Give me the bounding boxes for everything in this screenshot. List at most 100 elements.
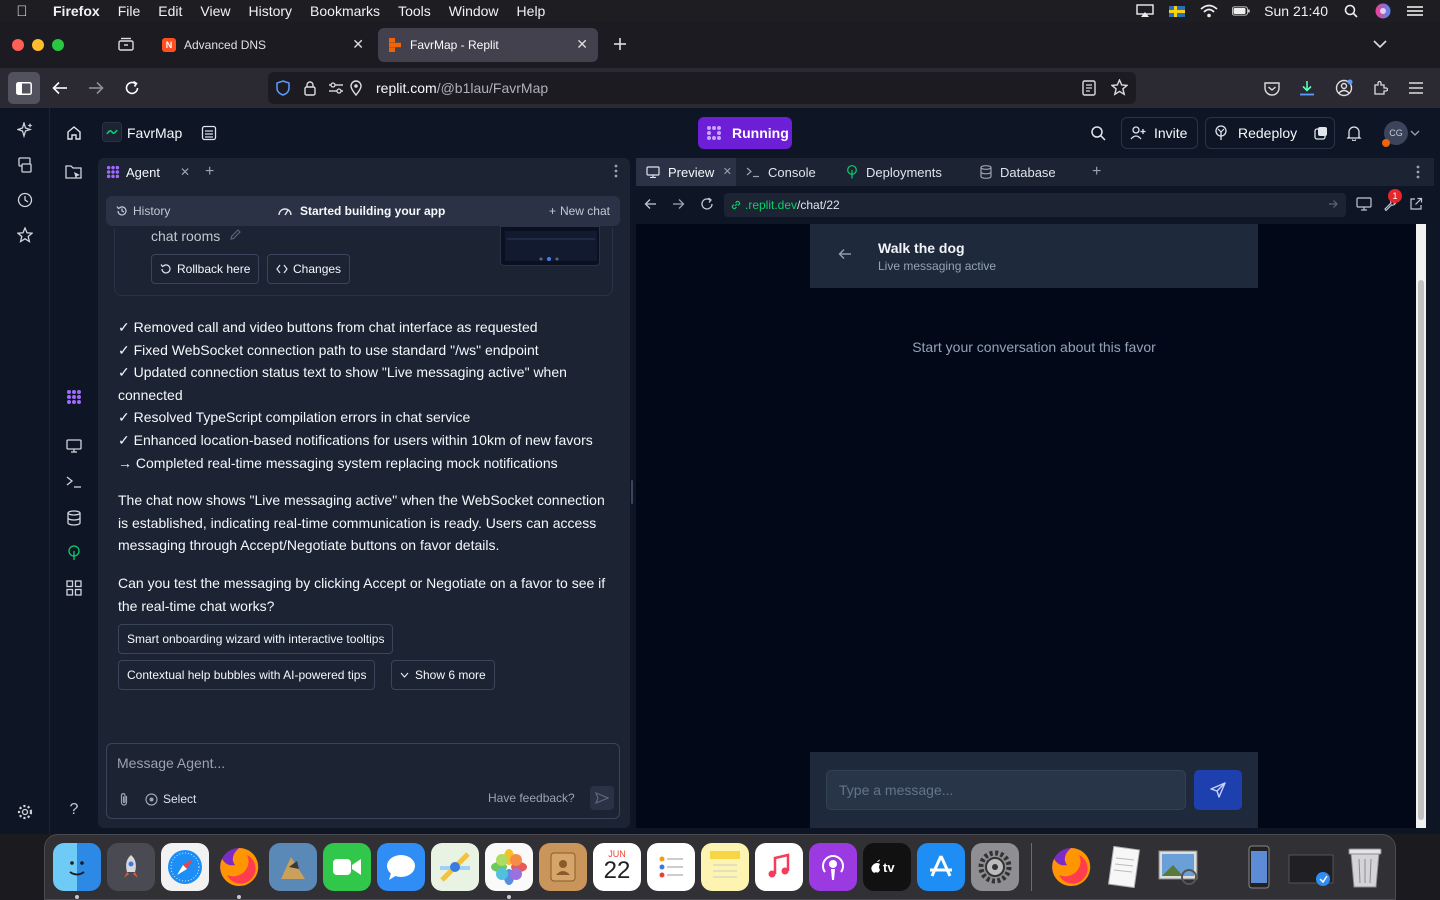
avatar[interactable]: CG (1382, 121, 1408, 147)
preview-back-icon[interactable] (644, 198, 657, 210)
project-name[interactable]: FavrMap (127, 125, 182, 141)
music-icon[interactable] (755, 843, 803, 891)
suggestion-chip[interactable]: Contextual help bubbles with AI-powered … (118, 660, 376, 690)
tab-deployments[interactable]: Deployments (836, 158, 970, 186)
preview-scrollbar[interactable] (1416, 224, 1426, 828)
menu-bookmarks[interactable]: Bookmarks (301, 3, 389, 19)
pane-resize-handle[interactable] (631, 480, 633, 504)
attach-paperclip-icon[interactable] (119, 792, 129, 807)
agent-tool-icon[interactable] (62, 385, 86, 409)
spotlight-search-icon[interactable] (1342, 4, 1360, 18)
close-tab-icon[interactable]: ✕ (576, 36, 588, 53)
chat-message-input[interactable]: Type a message... (826, 770, 1186, 810)
add-tab-icon[interactable]: + (205, 163, 214, 181)
project-icon[interactable] (102, 122, 122, 142)
siri-icon[interactable] (1374, 3, 1392, 19)
close-preview-tab-icon[interactable]: ✕ (723, 165, 732, 178)
zoom-window-button[interactable] (52, 39, 64, 51)
sidebar-settings-gear-icon[interactable] (13, 800, 37, 824)
invite-button[interactable]: Invite (1121, 117, 1198, 149)
deployments-tool-icon[interactable] (62, 541, 86, 565)
wifi-icon[interactable] (1200, 4, 1218, 18)
file-explorer-icon[interactable] (62, 160, 86, 184)
firefox-running-icon[interactable] (1047, 843, 1095, 891)
running-button[interactable]: Running (698, 117, 792, 149)
firefox-icon[interactable] (215, 843, 263, 891)
finder-icon[interactable] (53, 843, 101, 891)
database-tool-icon[interactable] (62, 506, 86, 530)
tab-favrmap-replit[interactable]: FavrMap - Replit ✕ (378, 28, 598, 62)
notifications-bell-icon[interactable] (1342, 121, 1366, 145)
open-new-window-icon[interactable] (1409, 197, 1423, 211)
reload-icon[interactable] (120, 76, 144, 100)
preview-forward-icon[interactable] (672, 198, 685, 210)
list-all-tabs-icon[interactable] (1368, 32, 1392, 56)
messages-icon[interactable] (377, 843, 425, 891)
notes-icon[interactable] (701, 843, 749, 891)
forward-icon[interactable] (84, 76, 108, 100)
suggestion-chip[interactable]: Smart onboarding wizard with interactive… (118, 624, 394, 654)
changes-button[interactable]: Changes (267, 254, 351, 284)
agent-tab-label[interactable]: Agent (126, 165, 160, 180)
podcasts-icon[interactable] (809, 843, 857, 891)
chat-send-button[interactable] (1194, 770, 1242, 810)
screenshot-folder-icon[interactable] (1287, 843, 1335, 891)
preview-url-input[interactable]: .replit.dev/chat/22 (724, 193, 1346, 217)
downloads-icon[interactable] (1295, 76, 1319, 100)
close-agent-tab-icon[interactable]: ✕ (180, 165, 190, 179)
back-icon[interactable] (48, 76, 72, 100)
tab-advanced-dns[interactable]: N Advanced DNS ✕ (152, 28, 374, 62)
new-chat-button[interactable]: + New chat (549, 204, 610, 218)
rollback-here-button[interactable]: Rollback here (151, 254, 260, 284)
checkpoint-screenshot-thumbnail[interactable] (500, 226, 600, 266)
search-icon[interactable] (1086, 121, 1110, 145)
minimize-window-button[interactable] (32, 39, 44, 51)
all-tools-grid-icon[interactable] (62, 576, 86, 600)
tab-console[interactable]: Console (736, 158, 836, 186)
bookmark-star-icon[interactable] (1111, 79, 1128, 96)
workspace-more-options-icon[interactable] (1416, 165, 1420, 179)
menu-tools[interactable]: Tools (389, 3, 440, 19)
preview-app-icon[interactable] (269, 843, 317, 891)
menu-help[interactable]: Help (508, 3, 555, 19)
lock-icon[interactable] (304, 80, 318, 96)
feedback-link[interactable]: Have feedback? (488, 791, 575, 805)
add-workspace-tab-icon[interactable]: + (1092, 163, 1101, 181)
tab-groups-icon[interactable] (114, 32, 138, 56)
device-preview-icon[interactable] (1356, 197, 1372, 211)
history-clock-icon[interactable] (13, 188, 37, 212)
redeploy-button[interactable]: Redeploy (1205, 117, 1335, 149)
tab-database[interactable]: Database (970, 158, 1080, 186)
help-question-icon[interactable]: ? (62, 798, 86, 822)
deployment-status-icon[interactable] (1314, 126, 1328, 140)
menu-edit[interactable]: Edit (149, 3, 191, 19)
photos-icon[interactable] (485, 843, 533, 891)
account-icon[interactable] (1332, 76, 1356, 100)
close-window-button[interactable] (12, 39, 24, 51)
go-arrow-icon[interactable] (1328, 199, 1338, 209)
menu-app-name[interactable]: Firefox (44, 3, 109, 19)
menu-window[interactable]: Window (440, 3, 508, 19)
maps-icon[interactable] (431, 843, 479, 891)
pane-more-options-icon[interactable] (614, 164, 618, 178)
home-icon[interactable] (62, 121, 86, 145)
select-element-button[interactable]: Select (145, 792, 196, 806)
location-pin-icon[interactable] (350, 80, 366, 96)
sidebar-toggle-icon[interactable] (8, 72, 40, 104)
url-bar[interactable]: replit.com/@b1lau/FavrMap (268, 72, 1136, 104)
iphone-mirroring-icon[interactable] (1235, 843, 1283, 891)
shell-tool-icon[interactable] (62, 470, 86, 494)
tracking-protection-shield-icon[interactable] (276, 80, 292, 96)
menubar-clock[interactable]: Sun 21:40 (1264, 3, 1328, 19)
preview-reload-icon[interactable] (700, 197, 714, 211)
textedit-document-icon[interactable] (1101, 843, 1149, 891)
pocket-icon[interactable] (1260, 76, 1284, 100)
preview-images-icon[interactable] (1155, 843, 1203, 891)
synced-tabs-icon[interactable] (13, 153, 37, 177)
control-center-icon[interactable] (1406, 4, 1424, 18)
url-text[interactable]: replit.com/@b1lau/FavrMap (376, 80, 548, 96)
project-info-icon[interactable] (197, 121, 221, 145)
new-tab-icon[interactable] (608, 32, 632, 56)
menu-file[interactable]: File (109, 3, 150, 19)
menu-view[interactable]: View (191, 3, 239, 19)
